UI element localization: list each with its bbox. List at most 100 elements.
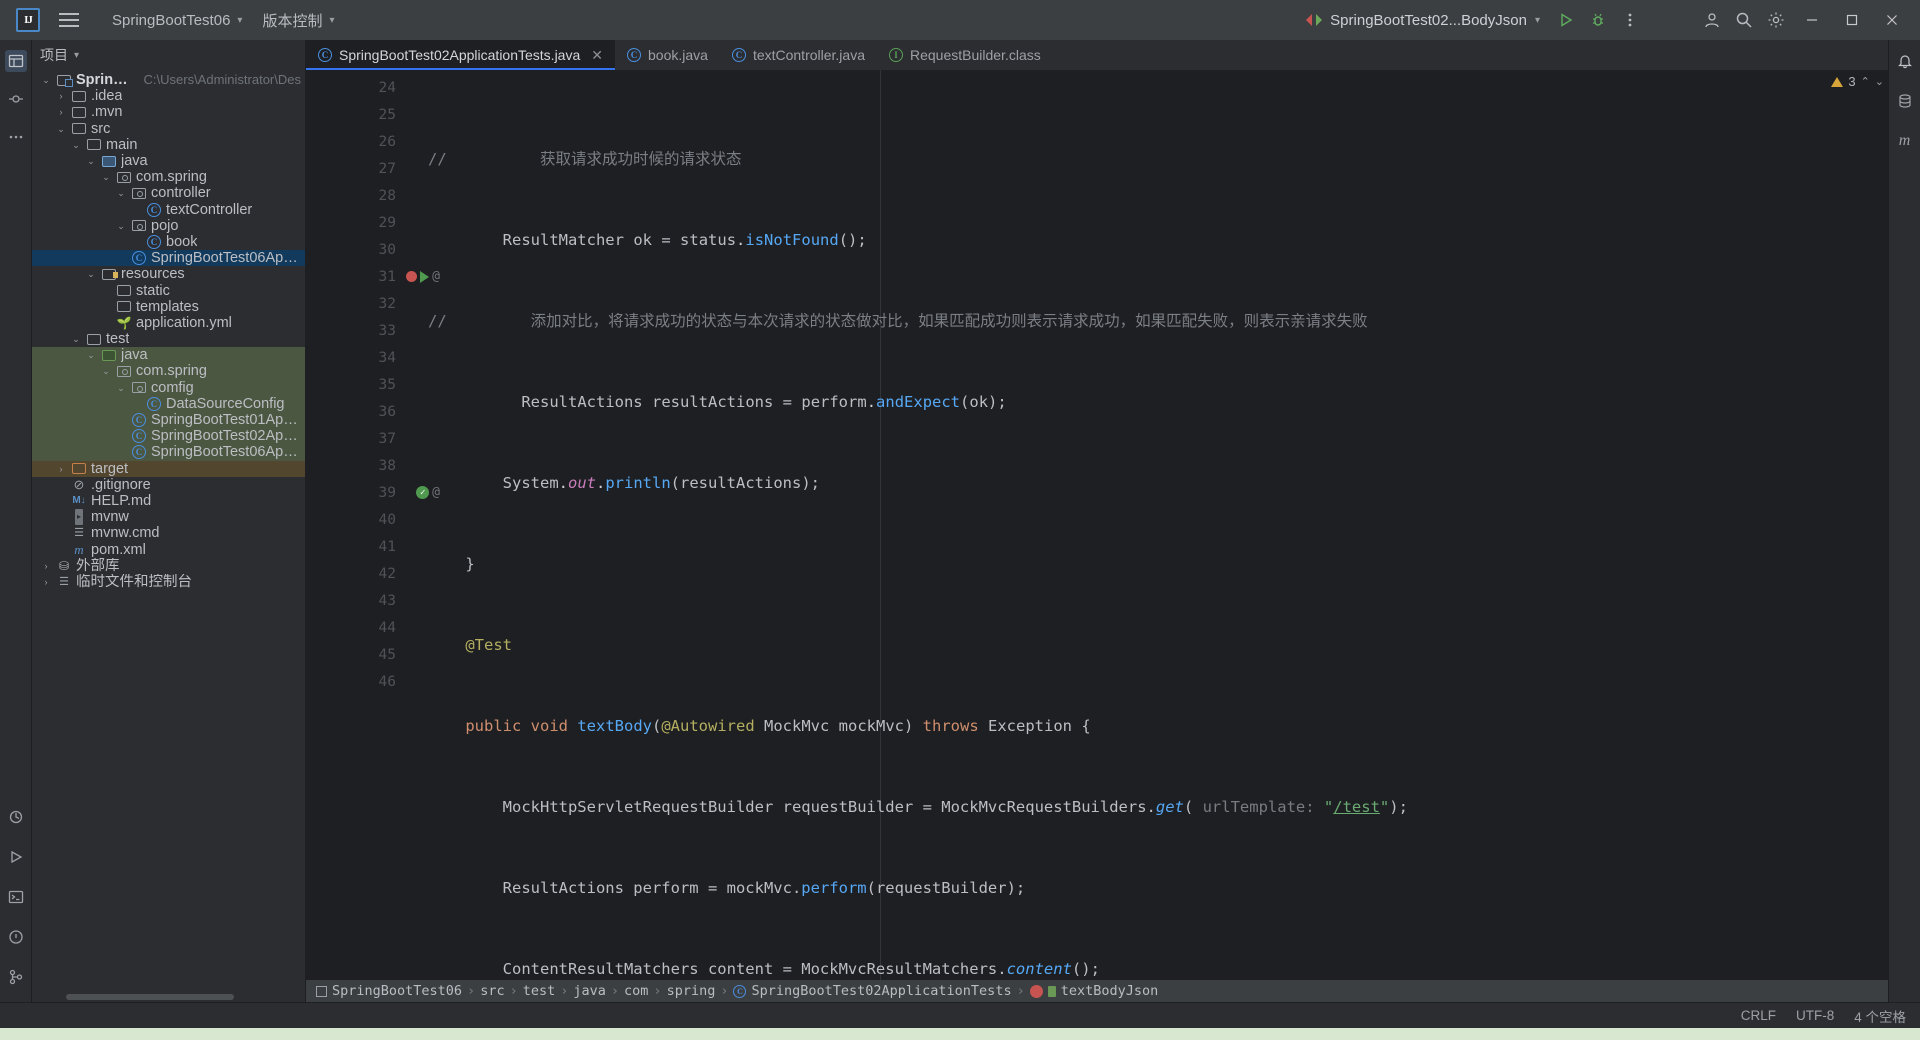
chevron-down-icon[interactable]: ⌄ [70,137,82,153]
more-tool-icon[interactable] [5,126,27,148]
editor-code-content[interactable]: // 获取请求成功时候的请求状态 ResultMatcher ok = stat… [402,70,1920,980]
run-button[interactable] [1550,4,1582,36]
search-everywhere-button[interactable] [1728,4,1760,36]
chevron-down-icon[interactable]: ⌄ [100,363,112,379]
chevron-right-icon[interactable]: › [55,104,67,120]
tree-node-springboottest06applicationtes[interactable]: C SpringBootTest06ApplicationTes [32,444,305,461]
editor-gutter[interactable]: 24 25 26 27 28 29 30 31 @ 32 33 34 35 36 37 38 39 ✓ @ 40 41 4… [306,70,440,980]
gutter-line-33[interactable]: 33 [306,317,402,344]
gutter-line-29[interactable]: 29 [306,209,402,236]
tree-node-datasourceconfig[interactable]: C DataSourceConfig [32,395,305,412]
tree-node-application-yml[interactable]: 🌱 application.yml [32,315,305,331]
chevron-down-icon[interactable]: ⌄ [1875,75,1884,88]
tree-node-com-spring[interactable]: ⌄ com.spring [32,169,305,185]
breadcrumb-item-src[interactable]: src [480,983,504,999]
chevron-down-icon[interactable]: ⌄ [115,185,127,201]
gutter-line-43[interactable]: 43 [306,587,402,614]
tree-node-static[interactable]: static [32,282,305,299]
close-button[interactable] [1872,0,1912,40]
inspection-widget[interactable]: 3 ⌃ ⌄ [1831,74,1884,89]
notifications-icon[interactable] [1894,50,1916,72]
chevron-down-icon[interactable]: ⌄ [85,266,97,282]
gutter-line-42[interactable]: 42 [306,560,402,587]
tree-node-pojo[interactable]: ⌄ pojo [32,218,305,234]
gutter-line-25[interactable]: 25 [306,101,402,128]
chevron-up-icon[interactable]: ⌃ [1861,75,1870,88]
line-separator-widget[interactable]: CRLF [1741,1008,1776,1023]
tree-node-test[interactable]: ⌄ test [32,331,305,347]
tree-node-springboottest06[interactable]: ⌄ SpringBootTest06 C:\Users\Administrator\… [32,72,305,88]
chevron-down-icon[interactable]: ⌄ [115,380,127,396]
main-menu-icon[interactable] [54,5,84,35]
gutter-line-34[interactable]: 34 [306,344,402,371]
gutter-line-36[interactable]: 36 [306,398,402,425]
tree-node----[interactable]: › ⛁ 外部库 [32,558,305,574]
tree-node-springboottest06application[interactable]: C SpringBootTest06Application [32,250,305,267]
maximize-button[interactable] [1832,0,1872,40]
indent-widget[interactable]: 4 个空格 [1854,1006,1906,1026]
gutter-line-31[interactable]: 31 @ [306,263,440,290]
gutter-line-37[interactable]: 37 [306,425,402,452]
breadcrumb-item-com[interactable]: com [624,983,648,999]
tree-node-springboottest01applicationtes[interactable]: C SpringBootTest01ApplicationTes [32,411,305,429]
gutter-line-39[interactable]: 39 ✓ @ [306,479,440,506]
tree-node-java[interactable]: ⌄ java [32,153,305,169]
chevron-down-icon[interactable]: ⌄ [85,153,97,169]
tree-node--mvn[interactable]: › .mvn [32,104,305,120]
tree-node-comfig[interactable]: ⌄ comfig [32,379,305,396]
tree-node--gitignore[interactable]: ⊘ .gitignore [32,477,305,493]
chevron-down-icon[interactable]: ⌄ [55,121,67,137]
tree-node-controller[interactable]: ⌄ controller [32,185,305,201]
gutter-line-28[interactable]: 28 [306,182,402,209]
gutter-line-46[interactable]: 46 [306,668,402,695]
tree-node-book[interactable]: Cbook [32,234,305,250]
settings-button[interactable] [1760,4,1792,36]
project-horizontal-scrollbar[interactable] [66,994,234,1000]
chevron-down-icon[interactable]: ⌄ [100,169,112,185]
run-configuration-selector[interactable]: SpringBootTest02...BodyJson ▾ [1296,8,1550,33]
editor-tab-book-java[interactable]: Cbook.java [615,40,720,70]
breadcrumb-item-test[interactable]: test [523,983,556,999]
chevron-right-icon[interactable]: › [55,88,67,104]
code-editor[interactable]: 24 25 26 27 28 29 30 31 @ 32 33 34 35 36 37 38 39 ✓ @ 40 41 4… [306,70,1920,980]
project-selector[interactable]: SpringBootTest06 ▾ [102,8,252,33]
gutter-line-32[interactable]: 32 [306,290,402,317]
terminal-tool-icon[interactable] [5,886,27,908]
project-panel-header[interactable]: 项目 ▾ [32,40,305,70]
tree-node-main[interactable]: ⌄ main [32,137,305,153]
commit-tool-icon[interactable] [5,88,27,110]
maven-icon[interactable]: m [1894,130,1916,152]
tree-node---------[interactable]: › ☰ 临时文件和控制台 [32,574,305,590]
tree-node-target[interactable]: › target [32,460,305,477]
more-actions-button[interactable] [1614,4,1646,36]
gutter-line-38[interactable]: 38 [306,452,402,479]
breadcrumb-item-textbodyjson[interactable]: textBodyJson [1029,983,1158,999]
project-tool-icon[interactable] [4,50,27,72]
breadcrumb-item-spring[interactable]: spring [667,983,716,999]
debug-button[interactable] [1582,4,1614,36]
tree-node-java[interactable]: ⌄ java [32,347,305,364]
tree-node-com-spring[interactable]: ⌄ com.spring [32,363,305,380]
tree-node-resources[interactable]: ⌄ resources [32,266,305,282]
close-icon[interactable]: ✕ [591,47,603,64]
tree-node-help-md[interactable]: M↓ HELP.md [32,493,305,509]
chevron-down-icon[interactable]: ⌄ [85,347,97,363]
chevron-right-icon[interactable]: › [55,461,67,477]
gutter-line-30[interactable]: 30 [306,236,402,263]
chevron-right-icon[interactable]: › [40,558,52,574]
chevron-right-icon[interactable]: › [40,574,52,590]
tree-node-textcontroller[interactable]: CtextController [32,202,305,218]
tree-node-mvnw-cmd[interactable]: ☰ mvnw.cmd [32,525,305,541]
problems-tool-icon[interactable] [5,926,27,948]
tree-node-springboottest02applicationtes[interactable]: C SpringBootTest02ApplicationTes [32,428,305,445]
gutter-line-45[interactable]: 45 [306,641,402,668]
tree-node-src[interactable]: ⌄ src [32,121,305,137]
chevron-down-icon[interactable]: ⌄ [115,218,127,234]
structure-tool-icon[interactable] [5,806,27,828]
gutter-line-35[interactable]: 35 [306,371,402,398]
gutter-line-40[interactable]: 40 [306,506,402,533]
breadcrumb-item-java[interactable]: java [573,983,606,999]
encoding-widget[interactable]: UTF-8 [1796,1008,1834,1023]
editor-tab-requestbuilder-class[interactable]: I RequestBuilder.class [877,40,1053,70]
chevron-down-icon[interactable]: ⌄ [40,72,52,88]
